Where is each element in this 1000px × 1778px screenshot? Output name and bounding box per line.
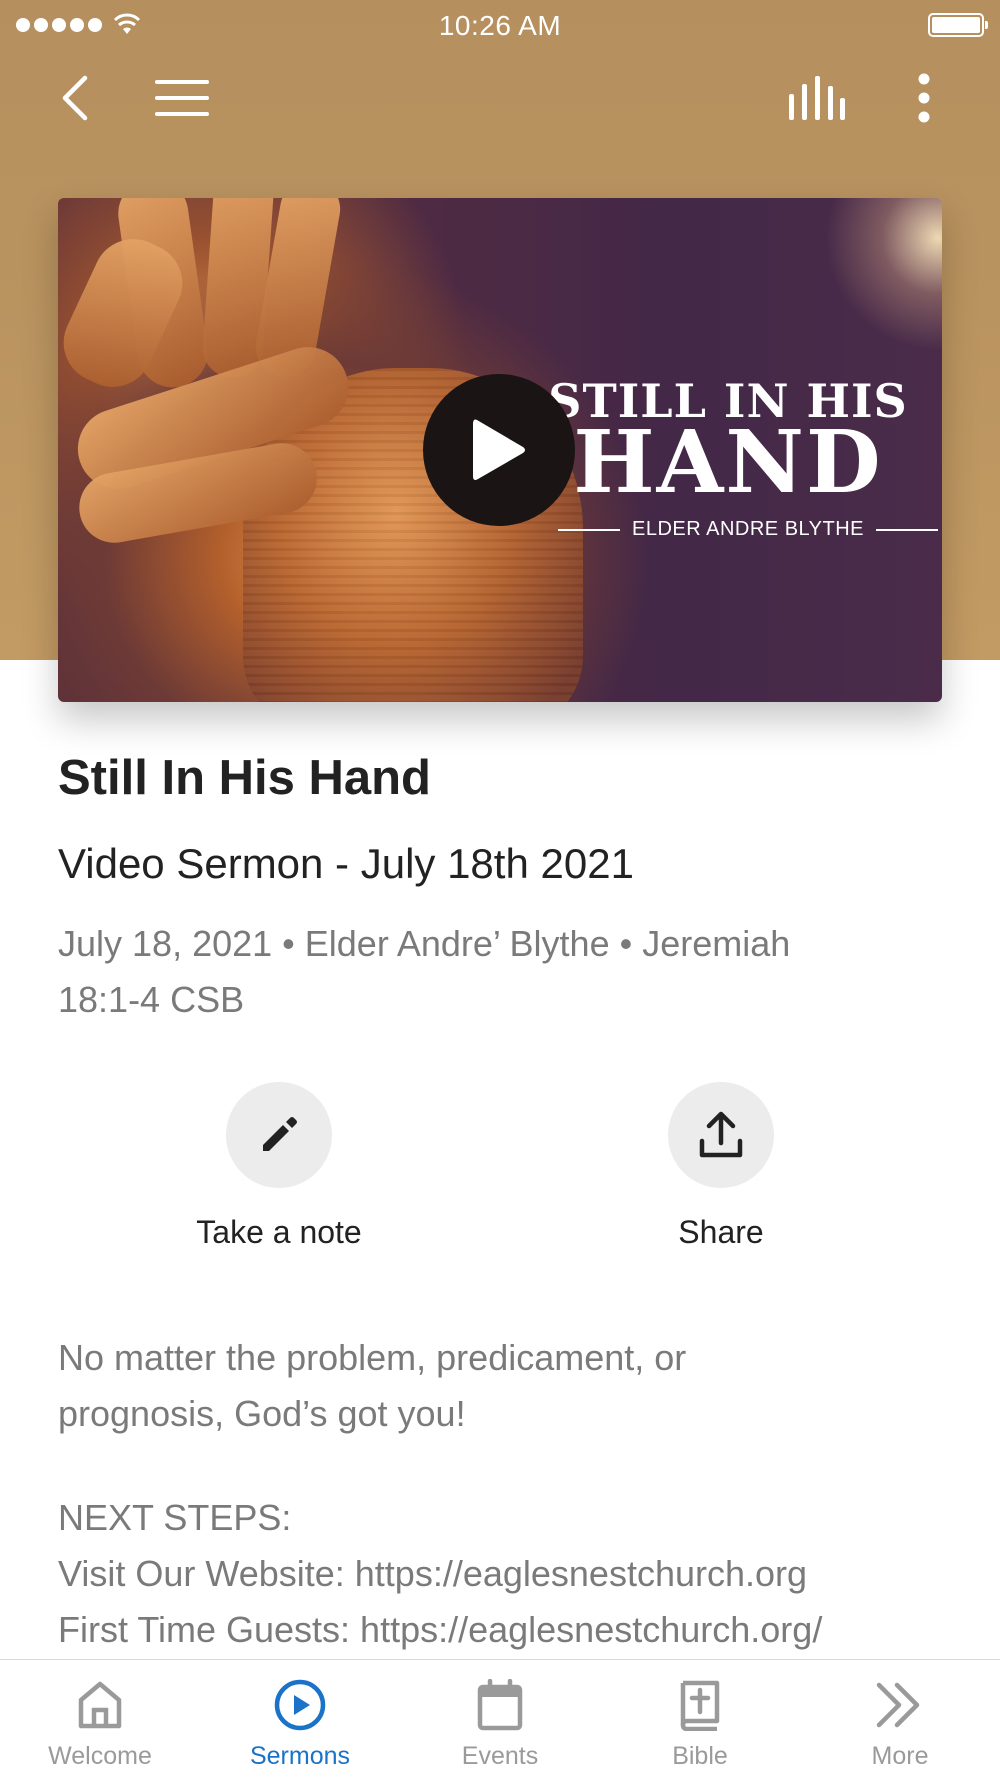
sermon-meta: July 18, 2021 • Elder Andre’ Blythe • Je… xyxy=(58,916,938,1028)
share-button[interactable]: Share xyxy=(591,1082,851,1251)
tab-bible[interactable]: Bible xyxy=(600,1660,800,1778)
tab-welcome[interactable]: Welcome xyxy=(0,1660,200,1778)
video-preacher: ELDER ANDRE BLYTHE xyxy=(558,518,938,541)
next-steps: NEXT STEPS: Visit Our Website: https://e… xyxy=(58,1490,988,1658)
tab-events[interactable]: Events xyxy=(400,1660,600,1778)
tab-more[interactable]: More xyxy=(800,1660,1000,1778)
description-line1: No matter the problem, predicament, or xyxy=(58,1337,687,1378)
pencil-icon xyxy=(263,1117,297,1151)
sermon-description: No matter the problem, predicament, or p… xyxy=(58,1330,958,1442)
tab-bible-label: Bible xyxy=(672,1742,728,1770)
menu-icon xyxy=(155,80,209,116)
sermon-meta-line2: 18:1-4 CSB xyxy=(58,979,245,1020)
video-preacher-name: ELDER ANDRE BLYTHE xyxy=(631,518,865,540)
share-icon xyxy=(699,1111,743,1158)
tab-more-label: More xyxy=(871,1742,929,1770)
tab-welcome-label: Welcome xyxy=(48,1742,152,1770)
video-title-line2: HAND xyxy=(573,412,883,513)
tab-bar: Welcome Sermons Events Bible More xyxy=(0,1659,1000,1778)
back-icon xyxy=(62,75,88,121)
play-circle-icon xyxy=(274,1679,326,1731)
bible-icon xyxy=(680,1680,720,1731)
menu-button[interactable] xyxy=(152,68,212,128)
back-button[interactable] xyxy=(44,68,104,128)
sermon-meta-line1: July 18, 2021 • Elder Andre’ Blythe • Je… xyxy=(58,923,791,964)
guests-link[interactable]: First Time Guests: https://eaglesnestchu… xyxy=(58,1602,988,1658)
calendar-icon xyxy=(477,1679,523,1731)
tab-sermons[interactable]: Sermons xyxy=(200,1660,400,1778)
sermon-title: Still In His Hand xyxy=(58,751,431,805)
video-player[interactable]: STILL IN HIS HAND ELDER ANDRE BLYTHE xyxy=(58,198,942,702)
audio-button[interactable] xyxy=(786,68,846,128)
play-button[interactable] xyxy=(423,374,575,526)
next-steps-heading: NEXT STEPS: xyxy=(58,1497,292,1538)
double-chevron-icon xyxy=(876,1682,920,1728)
tab-sermons-label: Sermons xyxy=(249,1742,351,1770)
play-icon xyxy=(473,419,525,480)
sermon-subtitle: Video Sermon - July 18th 2021 xyxy=(58,840,634,887)
more-options-button[interactable] xyxy=(894,68,954,128)
take-note-label: Take a note xyxy=(196,1214,362,1250)
website-link[interactable]: Visit Our Website: https://eaglesnestchu… xyxy=(58,1546,988,1602)
description-line2: prognosis, God’s got you! xyxy=(58,1393,466,1434)
battery-icon xyxy=(928,13,988,37)
tab-events-label: Events xyxy=(461,1742,539,1770)
more-vertical-icon xyxy=(918,73,930,123)
status-time: 10:26 AM xyxy=(438,10,562,41)
audio-bars-icon xyxy=(789,76,845,120)
status-bar: 10:26 AM xyxy=(0,0,1000,50)
share-label: Share xyxy=(678,1214,764,1250)
take-note-button[interactable]: Take a note xyxy=(149,1082,409,1251)
home-icon xyxy=(78,1681,122,1729)
